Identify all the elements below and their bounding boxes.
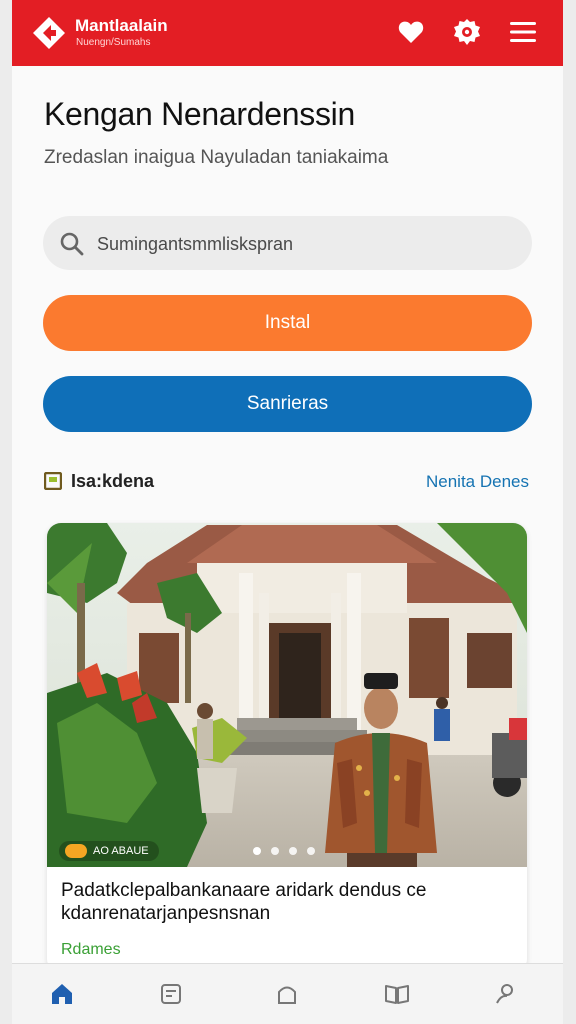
search-icon xyxy=(60,232,84,256)
section-title: Isa:kdena xyxy=(71,471,155,491)
settings-icon xyxy=(454,19,480,45)
menu-icon xyxy=(510,22,536,42)
nav-home[interactable] xyxy=(48,980,76,1008)
nav-news[interactable] xyxy=(157,980,185,1008)
app-header: Mantlaalain Nuengn/Sumahs xyxy=(12,0,563,66)
page-subtitle: Zredaslan inaigua Nayuladan taniakaima xyxy=(44,147,389,168)
app-screen: Mantlaalain Nuengn/Sumahs Kengan Nenarde… xyxy=(12,0,563,1024)
carousel-dot[interactable] xyxy=(253,847,261,855)
install-button[interactable]: Instal xyxy=(43,295,532,351)
carousel-dot[interactable] xyxy=(307,847,315,855)
news-icon xyxy=(161,984,181,1004)
book-icon xyxy=(385,985,409,1004)
settings-button[interactable] xyxy=(452,17,482,47)
menu-button[interactable] xyxy=(508,17,538,47)
news-section-icon xyxy=(44,472,62,490)
image-badge-label: AO ABAUE xyxy=(93,845,149,857)
carousel-dot[interactable] xyxy=(271,847,279,855)
brand-tagline: Nuengn/Sumahs xyxy=(76,37,151,48)
nav-profile[interactable] xyxy=(491,980,519,1008)
brand-name: Mantlaalain xyxy=(75,16,168,35)
search-bar[interactable] xyxy=(43,216,532,270)
see-all-link[interactable]: Nenita Denes xyxy=(426,472,529,492)
nav-library[interactable] xyxy=(383,980,411,1008)
heart-icon xyxy=(398,21,424,43)
news-card-title[interactable]: Padatkclepalbankanaare aridark dendus ce… xyxy=(61,879,516,925)
home-icon xyxy=(52,984,72,1004)
badge-pill-icon xyxy=(65,844,87,858)
carousel-dot[interactable] xyxy=(289,847,297,855)
carousel-dots xyxy=(253,847,315,855)
logo-icon xyxy=(33,17,65,49)
bag-icon xyxy=(278,986,296,1004)
favorites-button[interactable] xyxy=(396,17,426,47)
news-card[interactable]: AO ABAUE Padatkclepalbankanaare aridark … xyxy=(47,523,527,973)
search-input[interactable] xyxy=(95,224,519,264)
services-button[interactable]: Sanrieras xyxy=(43,376,532,432)
page-title: Kengan Nenardenssin xyxy=(44,96,355,132)
profile-icon xyxy=(496,984,513,1004)
nav-shop[interactable] xyxy=(273,980,301,1008)
news-card-meta: Rdames xyxy=(61,941,121,958)
bottom-nav xyxy=(12,963,563,1024)
news-card-image xyxy=(47,523,527,867)
image-badge: AO ABAUE xyxy=(59,841,159,861)
